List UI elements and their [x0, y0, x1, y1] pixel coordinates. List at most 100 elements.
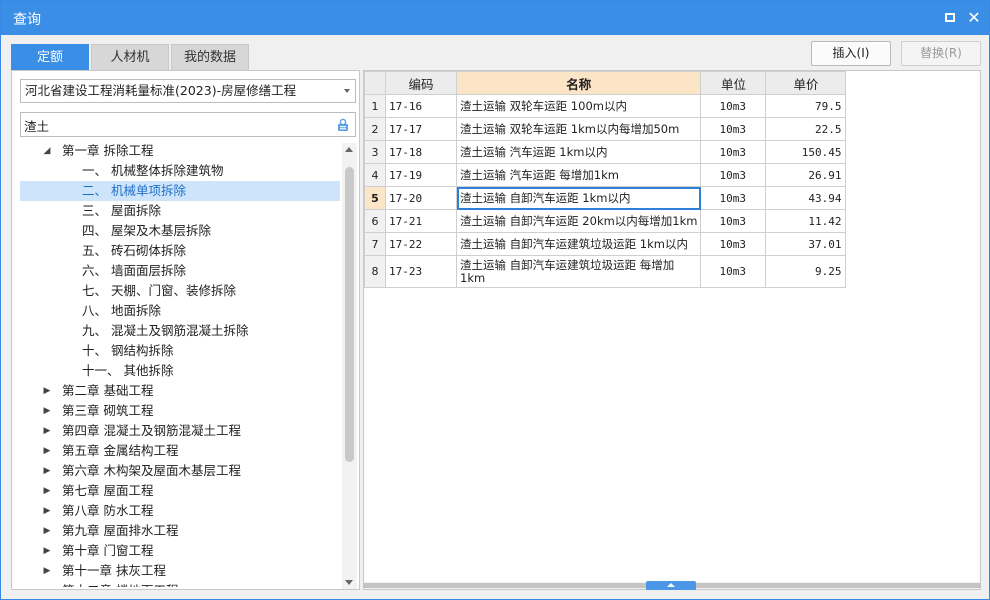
collapse-arrow-icon[interactable]: ◢	[42, 141, 52, 161]
cell-name[interactable]: 渣土运输 自卸汽车运距 1km以内	[455, 186, 702, 210]
row-number[interactable]: 4	[364, 163, 386, 187]
expand-arrow-icon[interactable]: ▶	[42, 501, 52, 521]
tree-section-item[interactable]: 四、 屋架及木基层拆除	[20, 221, 340, 241]
tree-chapter-item[interactable]: ▶ 第八章 防水工程	[20, 501, 340, 521]
tab-quota[interactable]: 定额	[11, 44, 89, 70]
tree-chapter-item[interactable]: ▶ 第七章 屋面工程	[20, 481, 340, 501]
tab-my-data[interactable]: 我的数据	[171, 44, 249, 70]
header-unit[interactable]: 单位	[700, 71, 767, 95]
table-row[interactable]: 7 17-22 渣土运输 自卸汽车运建筑垃圾运距 1km以内 10m3 37.01	[364, 232, 847, 256]
cell-code[interactable]: 17-20	[385, 186, 457, 210]
tree-chapter-item[interactable]: ▶ 第三章 砌筑工程	[20, 401, 340, 421]
cell-unit[interactable]: 10m3	[700, 209, 767, 233]
maximize-icon[interactable]	[941, 9, 959, 27]
tree-chapter-item[interactable]: ▶ 第二章 基础工程	[20, 381, 340, 401]
cell-code[interactable]: 17-23	[385, 255, 457, 288]
cell-price[interactable]: 11.42	[765, 209, 847, 233]
tree-chapter-item[interactable]: ▶ 第十章 门窗工程	[20, 541, 340, 561]
close-icon[interactable]: ✕	[965, 9, 983, 27]
panel-collapse-toggle[interactable]	[646, 581, 696, 590]
tree-scrollbar[interactable]	[342, 143, 357, 589]
cell-code[interactable]: 17-22	[385, 232, 457, 256]
scroll-up-icon[interactable]	[345, 147, 353, 152]
row-number[interactable]: 2	[364, 117, 386, 141]
scroll-down-icon[interactable]	[345, 580, 353, 585]
tree-chapter-item[interactable]: ▶ 第四章 混凝土及钢筋混凝土工程	[20, 421, 340, 441]
cell-unit[interactable]: 10m3	[700, 117, 767, 141]
search-icon[interactable]	[336, 118, 350, 132]
table-row[interactable]: 8 17-23 渣土运输 自卸汽车运建筑垃圾运距 每增加1km 10m3 9.25	[364, 255, 847, 288]
cell-price[interactable]: 26.91	[765, 163, 847, 187]
cell-price[interactable]: 150.45	[765, 140, 847, 164]
replace-button[interactable]: 替换(R)	[901, 41, 981, 66]
expand-arrow-icon[interactable]: ▶	[42, 581, 52, 587]
cell-name[interactable]: 渣土运输 双轮车运距 100m以内	[455, 94, 702, 118]
cell-price[interactable]: 9.25	[765, 255, 847, 288]
cell-name[interactable]: 渣土运输 双轮车运距 1km以内每增加50m	[455, 117, 702, 141]
table-row[interactable]: 1 17-16 渣土运输 双轮车运距 100m以内 10m3 79.5	[364, 94, 847, 118]
cell-unit[interactable]: 10m3	[700, 94, 767, 118]
cell-name[interactable]: 渣土运输 自卸汽车运建筑垃圾运距 每增加1km	[455, 255, 702, 288]
tree-section-item[interactable]: 十一、 其他拆除	[20, 361, 340, 381]
tab-labor-material-machine[interactable]: 人材机	[91, 44, 169, 70]
expand-arrow-icon[interactable]: ▶	[42, 541, 52, 561]
expand-arrow-icon[interactable]: ▶	[42, 481, 52, 501]
cell-code[interactable]: 17-17	[385, 117, 457, 141]
scrollbar-thumb[interactable]	[345, 167, 354, 462]
cell-name[interactable]: 渣土运输 汽车运距 1km以内	[455, 140, 702, 164]
header-price[interactable]: 单价	[765, 71, 847, 95]
tree-section-item[interactable]: 一、 机械整体拆除建筑物	[20, 161, 340, 181]
tree-chapter-item[interactable]: ▶ 第九章 屋面排水工程	[20, 521, 340, 541]
cell-unit[interactable]: 10m3	[700, 255, 767, 288]
tree-chapter-item[interactable]: ▶ 第十一章 抹灰工程	[20, 561, 340, 581]
row-number[interactable]: 3	[364, 140, 386, 164]
row-number[interactable]: 7	[364, 232, 386, 256]
cell-unit[interactable]: 10m3	[700, 140, 767, 164]
library-select[interactable]: 河北省建设工程消耗量标准(2023)-房屋修缮工程	[20, 79, 356, 103]
header-code[interactable]: 编码	[385, 71, 457, 95]
table-row[interactable]: 5 17-20 渣土运输 自卸汽车运距 1km以内 10m3 43.94	[364, 186, 847, 210]
header-name[interactable]: 名称	[455, 71, 702, 95]
row-number[interactable]: 6	[364, 209, 386, 233]
expand-arrow-icon[interactable]: ▶	[42, 421, 52, 441]
cell-name[interactable]: 渣土运输 自卸汽车运距 20km以内每增加1km	[455, 209, 702, 233]
expand-arrow-icon[interactable]: ▶	[42, 401, 52, 421]
expand-arrow-icon[interactable]: ▶	[42, 521, 52, 541]
table-row[interactable]: 4 17-19 渣土运输 汽车运距 每增加1km 10m3 26.91	[364, 163, 847, 187]
tree-section-item[interactable]: 六、 墙面面层拆除	[20, 261, 340, 281]
table-row[interactable]: 3 17-18 渣土运输 汽车运距 1km以内 10m3 150.45	[364, 140, 847, 164]
cell-code[interactable]: 17-21	[385, 209, 457, 233]
cell-unit[interactable]: 10m3	[700, 232, 767, 256]
cell-price[interactable]: 22.5	[765, 117, 847, 141]
tree-chapter-item[interactable]: ▶ 第十二章 楼地面工程	[20, 581, 340, 587]
tree-chapter-item[interactable]: ▶ 第五章 金属结构工程	[20, 441, 340, 461]
cell-name[interactable]: 渣土运输 自卸汽车运建筑垃圾运距 1km以内	[455, 232, 702, 256]
row-number[interactable]: 1	[364, 94, 386, 118]
cell-code[interactable]: 17-18	[385, 140, 457, 164]
expand-arrow-icon[interactable]: ▶	[42, 461, 52, 481]
cell-unit[interactable]: 10m3	[700, 163, 767, 187]
tree-section-item[interactable]: 三、 屋面拆除	[20, 201, 340, 221]
cell-price[interactable]: 79.5	[765, 94, 847, 118]
tree-section-item[interactable]: 九、 混凝土及钢筋混凝土拆除	[20, 321, 340, 341]
tree-section-item[interactable]: 八、 地面拆除	[20, 301, 340, 321]
expand-arrow-icon[interactable]: ▶	[42, 561, 52, 581]
tree-section-item[interactable]: 十、 钢结构拆除	[20, 341, 340, 361]
cell-unit[interactable]: 10m3	[700, 186, 767, 210]
table-row[interactable]: 6 17-21 渣土运输 自卸汽车运距 20km以内每增加1km 10m3 11.42	[364, 209, 847, 233]
row-number[interactable]: 5	[364, 186, 386, 210]
cell-code[interactable]: 17-16	[385, 94, 457, 118]
tree-section-item[interactable]: 七、 天棚、门窗、装修拆除	[20, 281, 340, 301]
table-row[interactable]: 2 17-17 渣土运输 双轮车运距 1km以内每增加50m 10m3 22.5	[364, 117, 847, 141]
cell-code[interactable]: 17-19	[385, 163, 457, 187]
cell-price[interactable]: 43.94	[765, 186, 847, 210]
tree-chapter-item[interactable]: ◢ 第一章 拆除工程	[20, 141, 340, 161]
expand-arrow-icon[interactable]: ▶	[42, 381, 52, 401]
insert-button[interactable]: 插入(I)	[811, 41, 891, 66]
title-bar[interactable]: 查询 ✕	[1, 1, 989, 35]
tree-section-item[interactable]: 二、 机械单项拆除	[20, 181, 340, 201]
search-input[interactable]	[24, 116, 324, 134]
tree-chapter-item[interactable]: ▶ 第六章 木构架及屋面木基层工程	[20, 461, 340, 481]
expand-arrow-icon[interactable]: ▶	[42, 441, 52, 461]
row-number[interactable]: 8	[364, 255, 386, 288]
